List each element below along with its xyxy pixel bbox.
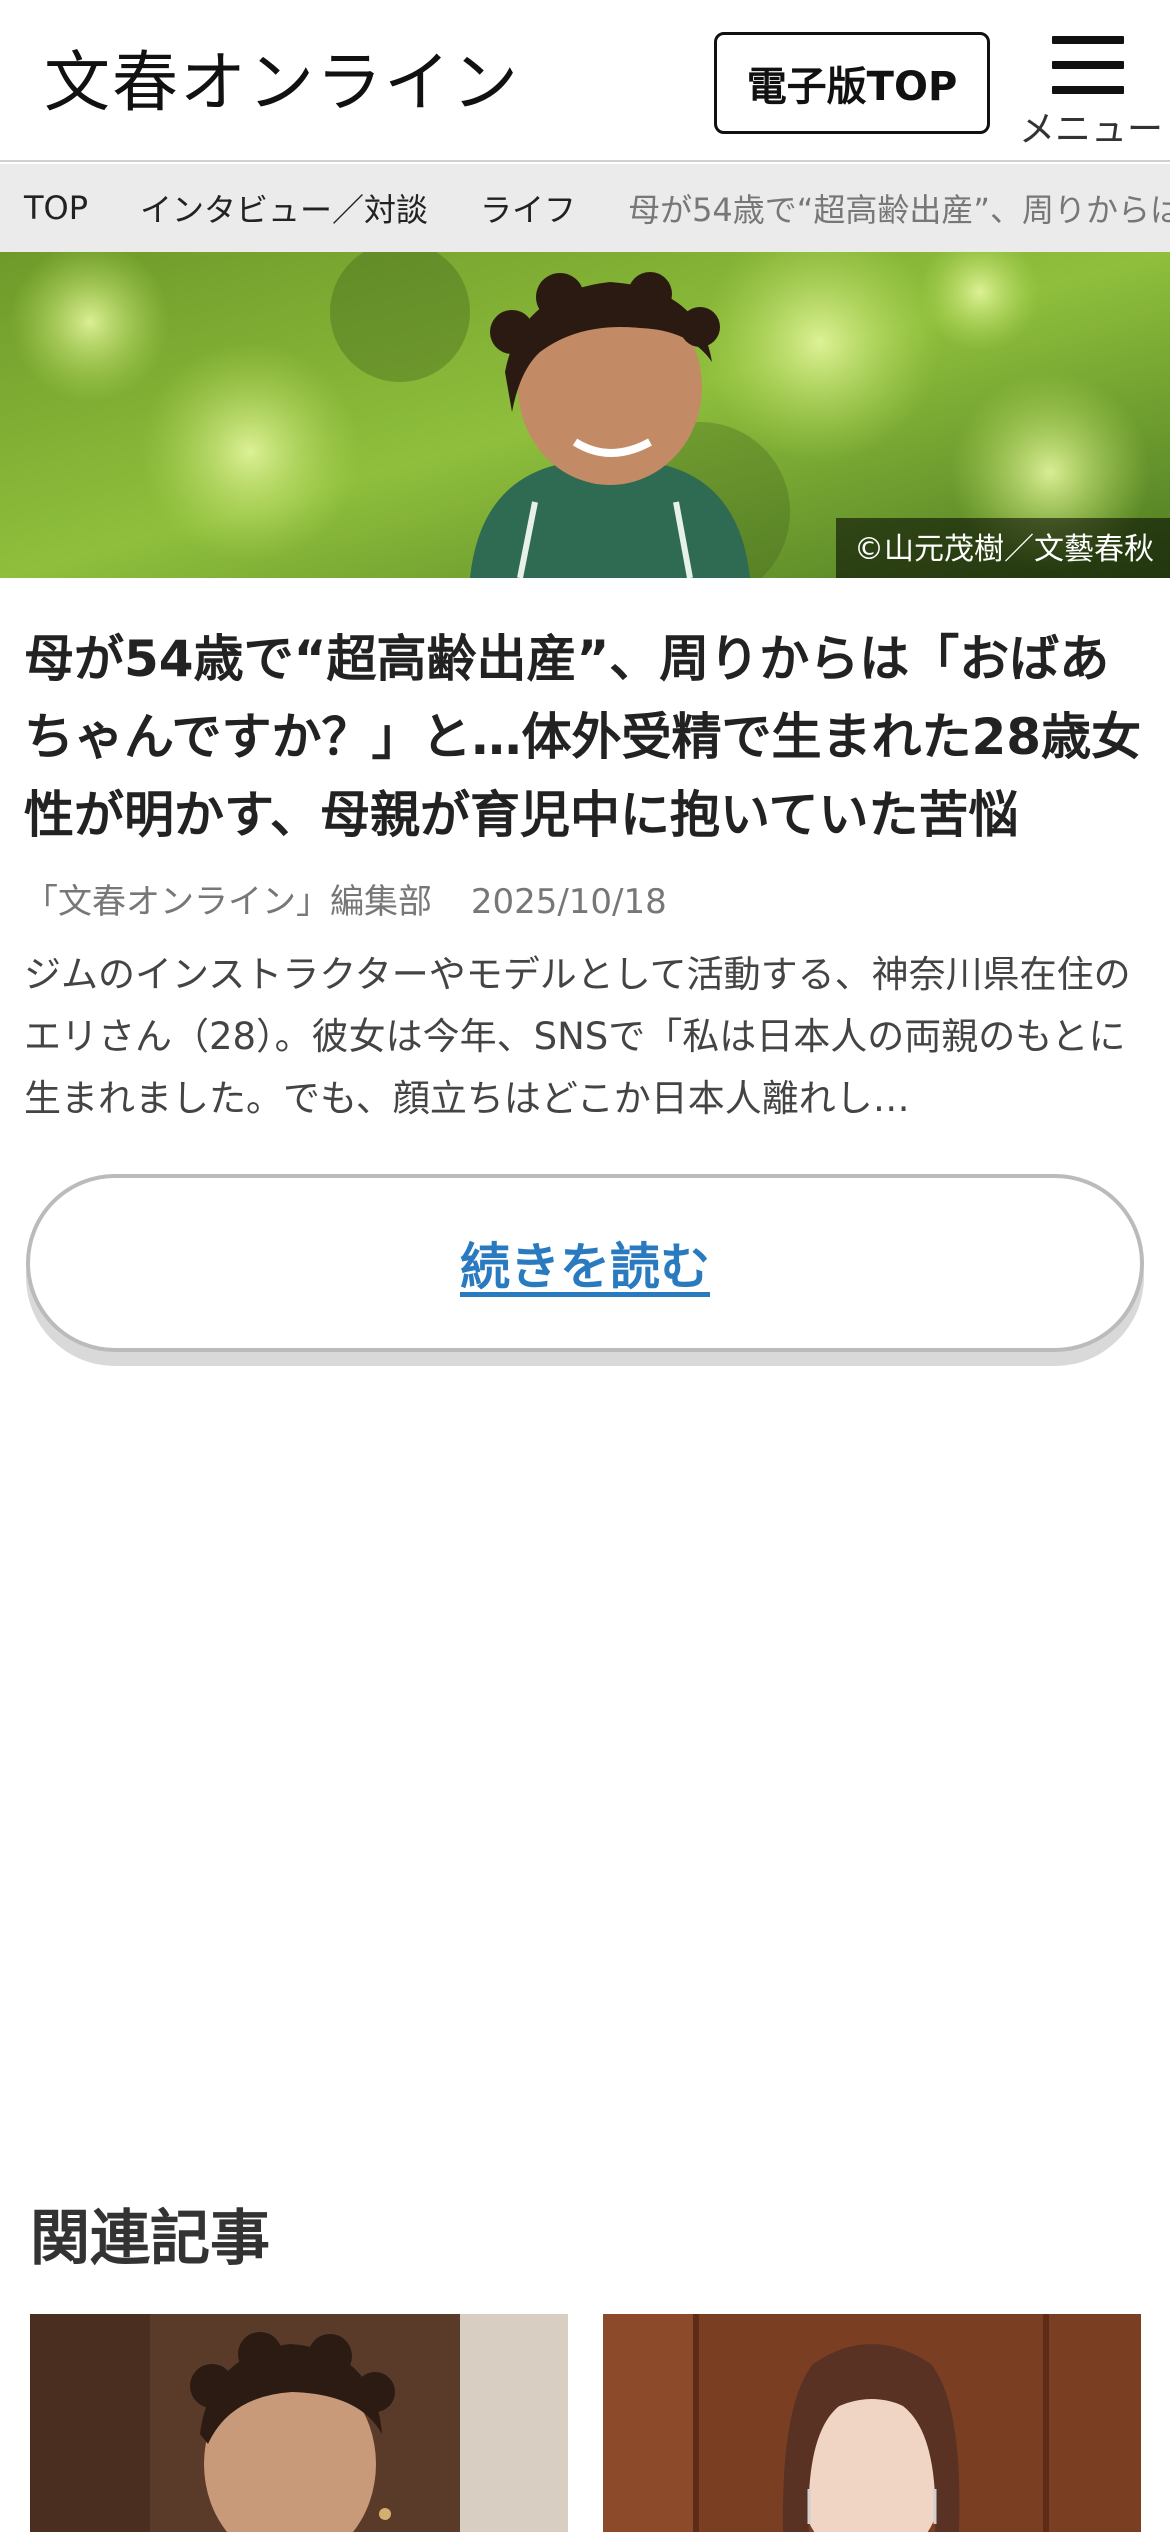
hamburger-icon [1052, 34, 1124, 96]
related-article-thumbnail [603, 2314, 1141, 2532]
breadcrumb: TOP インタビュー／対談 ライフ 母が54歳で“超高齢出産”、周りからは「おば… [0, 164, 1170, 252]
hero-image: ©山元茂樹／文藝春秋 [0, 252, 1170, 578]
related-article-card[interactable] [603, 2314, 1141, 2532]
photo-credit: ©山元茂樹／文藝春秋 [836, 518, 1170, 578]
read-more-label: 続きを読む [460, 1238, 710, 1296]
read-more-button[interactable]: 続きを読む [26, 1174, 1144, 1352]
article-date: 2025/10/18 [470, 882, 667, 922]
article-byline: 「文春オンライン」編集部 2025/10/18 [24, 874, 1146, 923]
menu-label: メニュー [1018, 109, 1163, 150]
related-article-card[interactable] [30, 2314, 568, 2532]
digital-edition-top-button[interactable]: 電子版TOP [714, 32, 990, 134]
breadcrumb-item-interview[interactable]: インタビュー／対談 [140, 185, 428, 231]
breadcrumb-item-top[interactable]: TOP [24, 189, 88, 227]
related-article-thumbnail [30, 2314, 568, 2532]
breadcrumb-item-life[interactable]: ライフ [480, 185, 576, 231]
menu-button[interactable]: メニュー [1016, 28, 1166, 150]
article-author: 「文春オンライン」編集部 [24, 882, 432, 922]
breadcrumb-current: 母が54歳で“超高齢出産”、周りからは「おばあちゃんですか？」と…体外受精で生ま… [628, 191, 1170, 229]
site-logo[interactable]: 文春オンライン [44, 38, 520, 128]
site-header: 文春オンライン 電子版TOP メニュー [0, 0, 1170, 162]
article-title: 母が54歳で“超高齢出産”、周りからは「おばあちゃんですか？」と…体外受精で生ま… [24, 630, 1142, 844]
article-excerpt: ジムのインストラクターやモデルとして活動する、神奈川県在住のエリさん（28）。彼… [24, 953, 1131, 1120]
related-articles-heading: 関連記事 [30, 2204, 270, 2274]
